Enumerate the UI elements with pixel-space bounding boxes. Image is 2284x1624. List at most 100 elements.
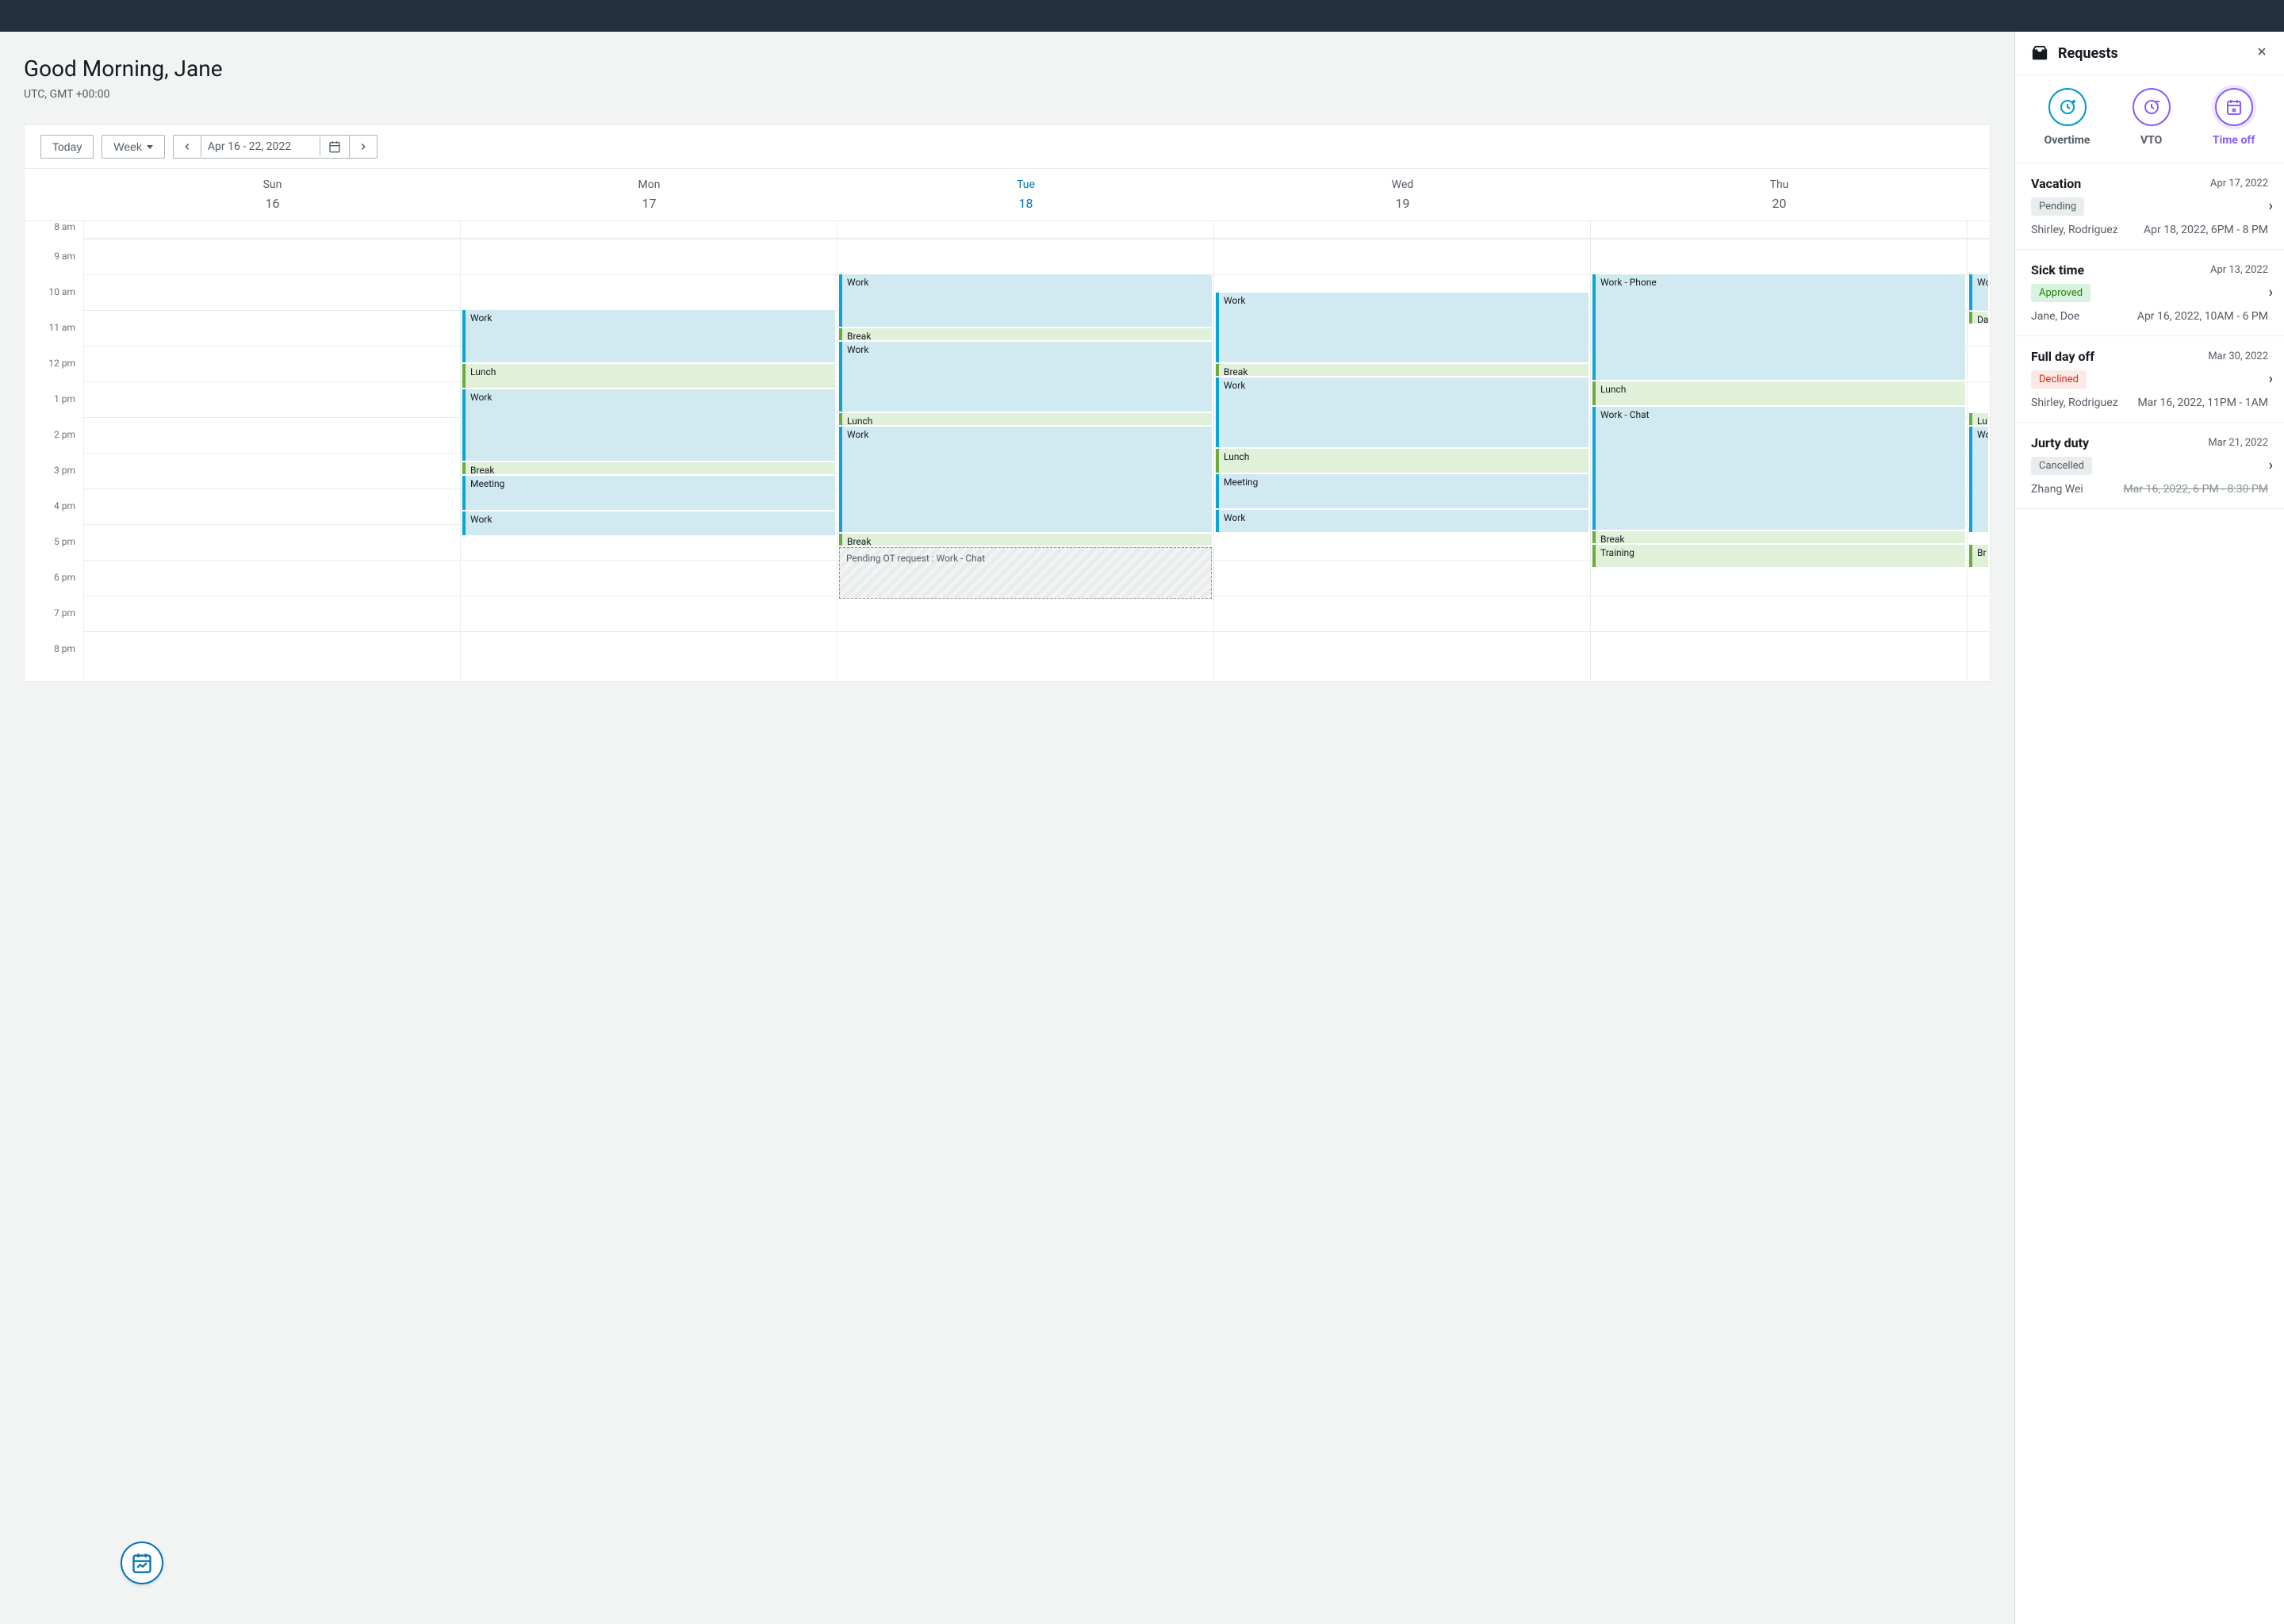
request-submitted-date: Mar 30, 2022: [2208, 350, 2268, 362]
status-badge: Pending: [2031, 197, 2084, 216]
calendar-event[interactable]: Break: [839, 328, 1212, 340]
day-number: 20: [1591, 196, 1968, 211]
day-column-mon[interactable]: WorkLunchWorkBreakMeetingWork: [461, 221, 837, 681]
day-header-sun[interactable]: Sun16: [84, 169, 461, 220]
calendar-event[interactable]: Wo: [1969, 274, 1988, 310]
calendar-event[interactable]: Meeting: [1216, 474, 1588, 508]
request-item[interactable]: Jurty dutyMar 21, 2022CancelledZhang Wei…: [2015, 423, 2284, 509]
calendar-event[interactable]: Br: [1969, 545, 1988, 567]
close-sidebar-button[interactable]: [2255, 45, 2268, 62]
calendar-event[interactable]: Work: [462, 310, 835, 362]
chevron-left-icon: [182, 141, 193, 152]
next-button[interactable]: [350, 136, 377, 157]
day-column-sun[interactable]: [84, 221, 461, 681]
day-header-thu[interactable]: Thu20: [1591, 169, 1968, 220]
calendar-event[interactable]: Wo: [1969, 427, 1988, 532]
request-submitted-date: Apr 17, 2022: [2210, 178, 2268, 190]
calendar-toolbar: Today Week Apr 16 - 22, 2022: [25, 125, 1990, 169]
calendar-event[interactable]: Lu: [1969, 413, 1988, 425]
request-item[interactable]: Sick timeApr 13, 2022ApprovedJane, DoeAp…: [2015, 250, 2284, 336]
date-navigation: Apr 16 - 22, 2022: [173, 135, 377, 159]
request-type-overtime[interactable]: Overtime: [2044, 88, 2090, 147]
calendar-event[interactable]: Work: [839, 274, 1212, 327]
timeoff-icon: [2215, 88, 2253, 126]
view-selector-label: Week: [113, 140, 142, 153]
status-badge: Cancelled: [2031, 457, 2092, 475]
calendar-event[interactable]: Training: [1592, 545, 1965, 567]
calendar-event[interactable]: Work: [1216, 377, 1588, 447]
calendar-chart-icon: [131, 1552, 153, 1574]
view-selector-button[interactable]: Week: [102, 135, 165, 159]
day-column-fri-partial[interactable]: Wo Da Lu Wo Br: [1968, 221, 1990, 681]
calendar-event[interactable]: Da: [1969, 312, 1988, 324]
calendar-event[interactable]: Lunch: [839, 413, 1212, 425]
calendar-event[interactable]: Break: [1592, 531, 1965, 543]
calendar-icon: [328, 140, 341, 153]
calendar-container: Today Week Apr 16 - 22, 2022: [24, 124, 1991, 682]
request-list: Vacation Apr 17, 2022 Pending Shirley, Rodr…: [2015, 163, 2284, 1624]
request-person: Zhang Wei: [2031, 483, 2083, 496]
today-button[interactable]: Today: [40, 135, 94, 159]
status-badge: Approved: [2031, 284, 2090, 302]
overtime-icon: [2048, 88, 2087, 126]
chevron-right-icon: ›: [2269, 198, 2273, 215]
time-axis: 8 am9 am10 am11 am12 pm1 pm2 pm3 pm4 pm5…: [25, 221, 84, 681]
timeoff-label: Time off: [2213, 134, 2255, 147]
request-person: Shirley, Rodriguez: [2031, 396, 2118, 409]
calendar-event[interactable]: Lunch: [1592, 381, 1965, 405]
request-title: Vacation: [2031, 176, 2081, 191]
calendar-event[interactable]: Lunch: [1216, 449, 1588, 473]
request-detail-time: Apr 18, 2022, 6PM - 8 PM: [2144, 224, 2268, 236]
request-item[interactable]: Vacation Apr 17, 2022 Pending Shirley, Rodr…: [2015, 163, 2284, 250]
calendar-event[interactable]: Work: [839, 427, 1212, 532]
calendar-grid: 8 am9 am10 am11 am12 pm1 pm2 pm3 pm4 pm5…: [25, 221, 1990, 681]
calendar-event[interactable]: Break: [462, 462, 835, 474]
day-header-mon[interactable]: Mon17: [461, 169, 837, 220]
inbox-icon: [2031, 44, 2048, 62]
calendar-event[interactable]: Work: [462, 511, 835, 535]
calendar-event[interactable]: Work: [839, 342, 1212, 412]
caret-down-icon: [147, 145, 153, 149]
request-person: Shirley, Rodriguez: [2031, 224, 2118, 236]
request-type-timeoff[interactable]: Time off: [2213, 88, 2255, 147]
calendar-event[interactable]: Work - Chat: [1592, 407, 1965, 530]
request-title: Full day off: [2031, 349, 2094, 364]
vto-label: VTO: [2140, 134, 2162, 147]
day-header-tue[interactable]: Tue18: [837, 169, 1214, 220]
time-gutter-spacer: [25, 169, 84, 220]
calendar-event[interactable]: Pending OT request : Work - Chat: [839, 547, 1212, 599]
request-detail-time: Mar 16, 2022, 11PM - 1AM: [2137, 396, 2268, 409]
day-name: Wed: [1214, 178, 1591, 191]
calendar-event[interactable]: Lunch: [462, 364, 835, 388]
timezone-label: UTC, GMT +00:00: [24, 88, 1991, 101]
hour-label: 8 pm: [25, 649, 83, 681]
day-header-wed[interactable]: Wed19: [1214, 169, 1591, 220]
request-person: Jane, Doe: [2031, 310, 2079, 323]
main-content: Good Morning, Jane UTC, GMT +00:00 Today…: [0, 32, 2014, 1624]
calendar-event[interactable]: Break: [1216, 364, 1588, 376]
calendar-event[interactable]: Work: [462, 389, 835, 461]
calendar-event[interactable]: Work: [1216, 293, 1588, 362]
prev-button[interactable]: [174, 136, 201, 157]
calendar-event[interactable]: Work: [1216, 510, 1588, 532]
sidebar-header: Requests: [2015, 32, 2284, 75]
day-number: 16: [84, 196, 461, 211]
day-column-tue[interactable]: WorkBreakWorkLunchWorkBreakPending OT re…: [837, 221, 1214, 681]
day-column-thu[interactable]: Work - PhoneLunchWork - ChatBreak Trainin…: [1591, 221, 1968, 681]
day-headers: Sun16Mon17Tue18Wed19Thu20: [25, 169, 1990, 221]
calendar-picker-button[interactable]: [320, 136, 350, 158]
calendar-event[interactable]: Break: [839, 534, 1212, 546]
calendar-event[interactable]: Work - Phone: [1592, 274, 1965, 380]
schedule-fab-button[interactable]: [121, 1542, 163, 1584]
request-type-tabs: Overtime VTO Time off: [2015, 75, 2284, 163]
calendar-event[interactable]: Meeting: [462, 476, 835, 510]
requests-sidebar: Requests Overtime VTO: [2014, 32, 2284, 1624]
request-title: Jurty duty: [2031, 435, 2089, 450]
request-type-vto[interactable]: VTO: [2133, 88, 2171, 147]
chevron-right-icon: ›: [2269, 458, 2273, 474]
day-name: Mon: [461, 178, 837, 191]
status-badge: Declined: [2031, 370, 2087, 389]
sidebar-title: Requests: [2058, 45, 2118, 62]
day-column-wed[interactable]: WorkBreakWorkLunchMeetingWork: [1214, 221, 1591, 681]
request-item[interactable]: Full day off Mar 30, 2022 Declined Shirley,…: [2015, 336, 2284, 423]
